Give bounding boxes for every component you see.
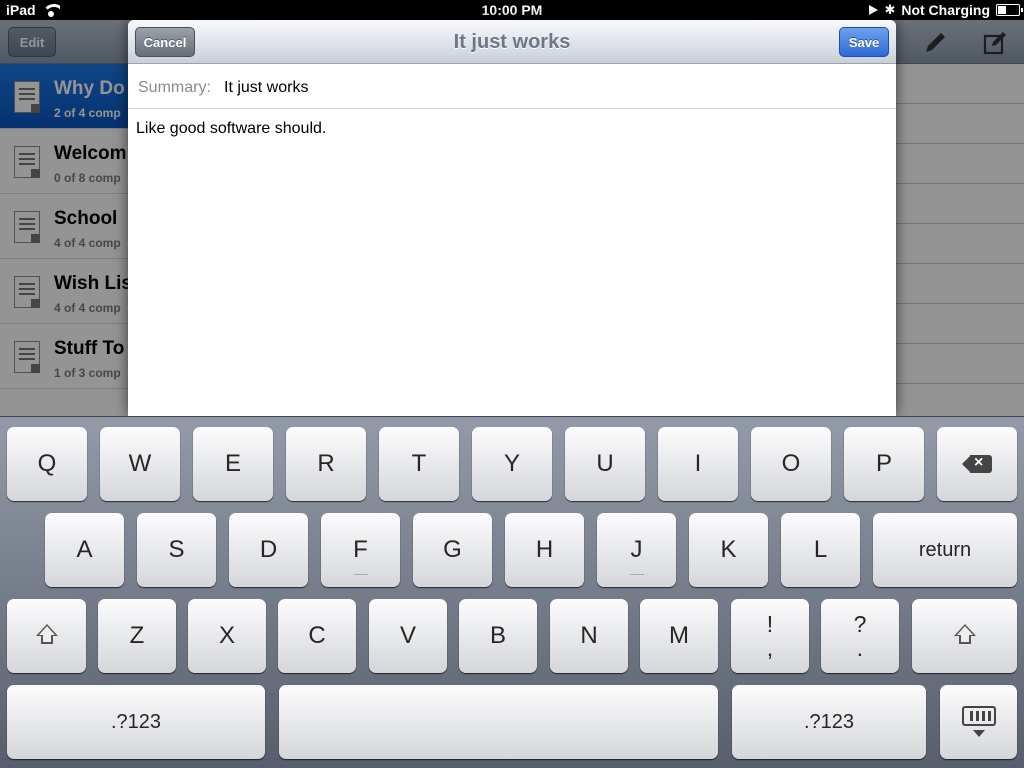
shift-icon — [953, 624, 977, 648]
key-d[interactable]: D — [229, 513, 308, 587]
key-a[interactable]: A — [45, 513, 124, 587]
key-v[interactable]: V — [369, 599, 447, 673]
key-h[interactable]: H — [505, 513, 584, 587]
numbers-key-right[interactable]: .?123 — [732, 685, 926, 759]
charging-status: Not Charging — [901, 2, 990, 18]
key-s[interactable]: S — [137, 513, 216, 587]
key-e[interactable]: E — [193, 427, 273, 501]
key-w[interactable]: W — [100, 427, 180, 501]
key-f-label: F — [353, 536, 368, 563]
sheet-navigation-bar: Cancel It just works Save — [128, 20, 896, 64]
space-bar[interactable] — [279, 685, 718, 759]
summary-input[interactable]: It just works — [224, 79, 308, 97]
key-q[interactable]: Q — [7, 427, 87, 501]
key-bottom-char: , — [766, 635, 774, 661]
home-row-marker — [629, 574, 644, 575]
backspace-icon: × — [962, 454, 992, 473]
key-i[interactable]: I — [658, 427, 738, 501]
key-question-period[interactable]: ? . — [821, 599, 899, 673]
key-j[interactable]: J — [597, 513, 676, 587]
key-t[interactable]: T — [379, 427, 459, 501]
summary-field[interactable]: Summary: It just works — [128, 64, 896, 109]
save-button[interactable]: Save — [839, 27, 889, 57]
key-l[interactable]: L — [781, 513, 860, 587]
key-u[interactable]: U — [565, 427, 645, 501]
key-r[interactable]: R — [286, 427, 366, 501]
key-g[interactable]: G — [413, 513, 492, 587]
battery-icon — [996, 4, 1023, 16]
key-o[interactable]: O — [751, 427, 831, 501]
keyboard-dismiss-icon — [961, 706, 996, 738]
key-p[interactable]: P — [844, 427, 924, 501]
home-row-marker — [353, 574, 368, 575]
key-z[interactable]: Z — [98, 599, 176, 673]
delete-key[interactable]: × — [937, 427, 1017, 501]
hide-keyboard-key[interactable] — [940, 685, 1017, 759]
key-exclamation-comma[interactable]: ! , — [731, 599, 809, 673]
shift-icon — [35, 624, 59, 648]
key-m[interactable]: M — [640, 599, 718, 673]
key-x[interactable]: X — [188, 599, 266, 673]
key-c[interactable]: C — [278, 599, 356, 673]
key-f[interactable]: F — [321, 513, 400, 587]
key-top-char: ! — [766, 611, 774, 637]
shift-key-left[interactable] — [7, 599, 86, 673]
notes-textarea[interactable]: Like good software should. — [136, 120, 326, 138]
battery-fill — [998, 6, 1006, 14]
bluetooth-icon: ✱ — [884, 2, 896, 17]
sheet-title: It just works — [453, 31, 571, 53]
edit-item-sheet: Cancel It just works Save Summary: It ju… — [128, 20, 896, 416]
play-icon — [869, 5, 879, 15]
shift-key-right[interactable] — [912, 599, 1017, 673]
key-j-label: J — [630, 536, 643, 563]
key-bottom-char: . — [856, 635, 864, 661]
key-top-char: ? — [853, 611, 867, 637]
on-screen-keyboard: Q W E R T Y U I O P × A S D F G H J K L … — [0, 416, 1024, 768]
numbers-key-left[interactable]: .?123 — [7, 685, 265, 759]
key-k[interactable]: K — [689, 513, 768, 587]
status-bar: iPad 10:00 PM ✱ Not Charging — [0, 0, 1024, 20]
summary-label: Summary: — [138, 79, 211, 96]
key-b[interactable]: B — [459, 599, 537, 673]
return-key[interactable]: return — [873, 513, 1017, 587]
key-n[interactable]: N — [550, 599, 628, 673]
key-y[interactable]: Y — [472, 427, 552, 501]
